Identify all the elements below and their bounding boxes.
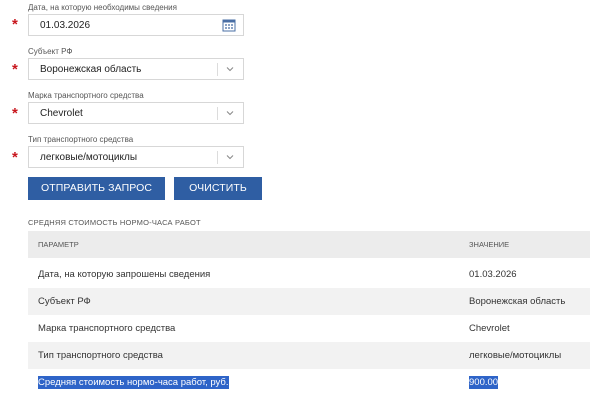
chevron-down-icon[interactable] [224,107,236,119]
row-value: Воронежская область [469,296,566,307]
clear-button[interactable]: ОЧИСТИТЬ [174,177,262,200]
region-select-value: Воронежская область [40,64,142,75]
selected-text[interactable]: 900.00 [469,376,499,389]
row-value: 01.03.2026 [469,269,517,280]
vehicle-type-field-label: Тип транспортного средства [28,135,134,144]
required-marker: * [12,149,18,166]
results-section-title: СРЕДНЯЯ СТОИМОСТЬ НОРМО-ЧАСА РАБОТ [28,218,201,227]
selected-text[interactable]: Средняя стоимость нормо-часа работ, руб. [38,376,229,389]
brand-select[interactable]: Chevrolet [28,102,244,124]
select-divider [217,63,218,76]
table-row: Марка транспортного средства Chevrolet [28,315,590,342]
row-parameter: Субъект РФ [38,296,91,307]
required-marker: * [12,105,18,122]
vehicle-type-select[interactable]: легковые/мотоциклы [28,146,244,168]
row-value: Chevrolet [469,323,510,334]
required-marker: * [12,61,18,78]
row-parameter: Тип транспортного средства [38,350,163,361]
vehicle-type-select-value: легковые/мотоциклы [40,152,138,163]
date-input-value: 01.03.2026 [40,20,91,31]
row-value: легковые/мотоциклы [469,350,562,361]
table-row-average-cost: Средняя стоимость нормо-часа работ, руб.… [28,369,590,396]
table-row: Дата, на которую запрошены сведения 01.0… [28,261,590,288]
chevron-down-icon[interactable] [224,151,236,163]
date-field-label: Дата, на которую необходимы сведения [28,3,177,12]
brand-select-value: Chevrolet [40,108,83,119]
row-parameter: Марка транспортного средства [38,323,176,334]
table-header-row: ПАРАМЕТР ЗНАЧЕНИЕ [28,231,590,258]
table-row: Субъект РФ Воронежская область [28,288,590,315]
column-header-parameter: ПАРАМЕТР [38,240,79,249]
region-select[interactable]: Воронежская область [28,58,244,80]
required-marker: * [12,16,18,33]
select-divider [217,151,218,164]
date-input[interactable]: 01.03.2026 [28,14,244,36]
select-divider [217,107,218,120]
row-parameter: Дата, на которую запрошены сведения [38,269,211,280]
brand-field-label: Марка транспортного средства [28,91,144,100]
table-row: Тип транспортного средства легковые/мото… [28,342,590,369]
row-parameter[interactable]: Средняя стоимость нормо-часа работ, руб. [38,369,229,396]
calendar-icon[interactable] [222,18,236,32]
submit-request-button[interactable]: ОТПРАВИТЬ ЗАПРОС [28,177,165,200]
region-field-label: Субъект РФ [28,47,73,56]
row-value[interactable]: 900.00 [469,369,499,396]
chevron-down-icon[interactable] [224,63,236,75]
column-header-value: ЗНАЧЕНИЕ [469,240,510,249]
